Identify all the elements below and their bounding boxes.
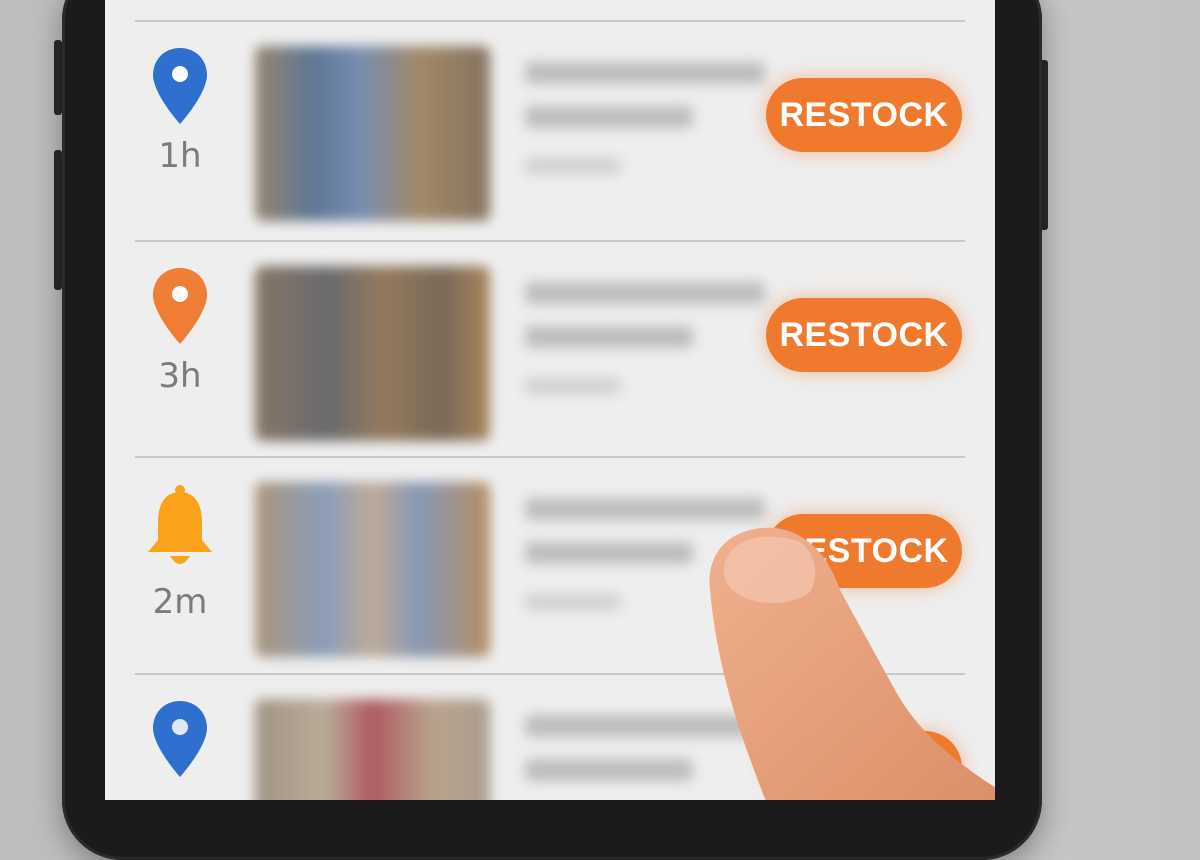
restock-button[interactable]: RESTOCK xyxy=(766,514,962,588)
product-thumbnail xyxy=(255,482,490,657)
restock-button[interactable]: RESTOCK xyxy=(766,731,962,800)
item-time: 2m xyxy=(152,582,208,622)
map-pin-icon xyxy=(153,701,207,777)
list-item[interactable]: 2m RESTOCK xyxy=(105,458,995,676)
item-time: 1h xyxy=(158,136,202,176)
product-thumbnail xyxy=(255,699,490,800)
list-item[interactable]: 1h RESTOCK xyxy=(105,22,995,240)
item-details-blurred xyxy=(525,282,765,416)
app-screen: 1h RESTOCK 3h RESTOCK 2m RESTOCK RESTOCK xyxy=(105,0,995,800)
phone-mute-switch xyxy=(54,40,62,115)
map-pin-icon xyxy=(153,48,207,124)
item-details-blurred xyxy=(525,62,765,196)
map-pin-icon xyxy=(153,268,207,344)
item-time: 3h xyxy=(158,356,202,396)
list-item[interactable]: RESTOCK xyxy=(105,675,995,800)
product-thumbnail xyxy=(255,46,490,221)
item-status: 3h xyxy=(125,266,235,396)
item-details-blurred xyxy=(525,715,765,800)
item-status: 1h xyxy=(125,46,235,176)
phone-volume-button xyxy=(54,150,62,290)
restock-button[interactable]: RESTOCK xyxy=(766,78,962,152)
item-status xyxy=(125,699,235,789)
item-details-blurred xyxy=(525,498,765,632)
product-thumbnail xyxy=(255,266,490,441)
item-status: 2m xyxy=(125,482,235,622)
list-item[interactable]: 3h RESTOCK xyxy=(105,242,995,460)
bell-icon xyxy=(148,485,212,564)
restock-button[interactable]: RESTOCK xyxy=(766,298,962,372)
